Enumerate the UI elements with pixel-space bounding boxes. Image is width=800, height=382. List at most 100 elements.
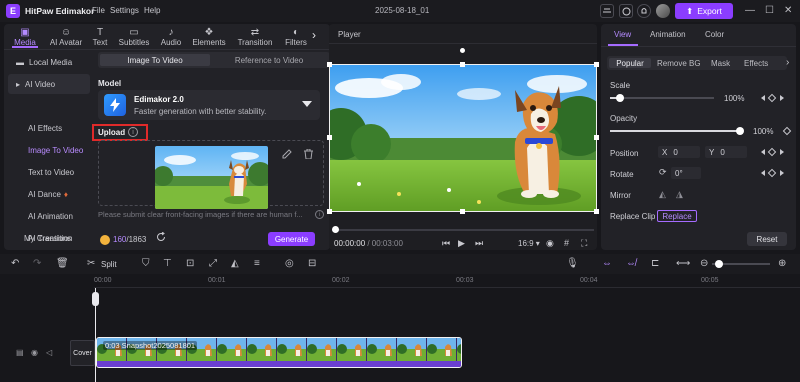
close-icon[interactable]: ✕ [784,5,792,16]
sidebar-item-image-to-video[interactable]: Image To Video [8,140,90,160]
next-frame-icon[interactable]: ⏭ [475,238,483,249]
sidebar-item-local-media[interactable]: ▬ Local Media [8,52,90,72]
cover-button[interactable]: Cover [70,340,95,366]
subtab-mask[interactable]: Mask [711,58,730,68]
keyframe-icon[interactable] [767,147,777,157]
trash-icon[interactable] [304,149,313,159]
keyframe-icon[interactable] [782,126,792,136]
sidebar-item-text-to-video[interactable]: Text to Video [8,162,90,182]
info-icon[interactable]: i [128,127,138,137]
next-keyframe-icon[interactable] [780,149,784,155]
scale-value[interactable]: 100% [724,94,744,103]
tab-animation[interactable]: Animation [650,30,686,39]
video-clip[interactable]: 0:03 Snapshot2025081801 [96,337,462,368]
resize-handle[interactable] [327,135,332,140]
crop-icon[interactable]: ⊡ [186,258,194,269]
visibility-icon[interactable]: ◉ [31,348,38,357]
tab-subtitles[interactable]: ▭ Subtitles [114,24,154,48]
lock-icon[interactable]: ▤ [16,348,24,357]
menu-settings[interactable]: Settings [110,6,139,15]
opacity-slider-knob[interactable] [736,127,744,135]
align-icon[interactable]: ≡ [254,258,260,269]
next-keyframe-icon[interactable] [780,170,784,176]
generate-button[interactable]: Generate [268,232,315,246]
rotate-icon[interactable]: ⟳ [659,167,667,178]
snapshot-icon[interactable]: ◉ [546,238,554,249]
tab-media[interactable]: ▣ Media [6,24,44,48]
notification-icon[interactable] [637,4,651,18]
scale-slider-knob[interactable] [616,94,624,102]
tab-audio[interactable]: ♪ Audio [154,24,188,48]
grid-icon[interactable]: # [564,238,569,248]
zoom-in-icon[interactable]: ⊕ [778,258,786,269]
subtab-popular[interactable]: Popular [609,58,651,68]
edit-icon[interactable] [282,149,292,159]
tab-reference-to-video[interactable]: Reference to Video [212,54,326,66]
tab-image-to-video[interactable]: Image To Video [100,54,210,66]
redo-icon[interactable]: ↷ [33,258,41,269]
play-icon[interactable]: ▶ [458,238,465,249]
mirror-icon[interactable]: ◭ [231,258,239,269]
tab-color[interactable]: Color [705,30,724,39]
menu-help[interactable]: Help [144,6,160,15]
minimize-icon[interactable]: — [745,5,755,16]
aspect-ratio-select[interactable]: 16:9 ▾ [518,239,540,248]
previous-keyframe-icon[interactable] [761,170,765,176]
resize-handle[interactable] [327,209,332,214]
flip-horizontal-icon[interactable]: ◭ [659,189,666,200]
sidebar-item-ai-dance[interactable]: AI Dance ♦ [8,184,90,204]
tab-ai-avatar[interactable]: ☺ AI Avatar [44,24,88,48]
sidebar-item-ai-video[interactable]: ▸ AI Video [8,74,90,94]
replace-button[interactable]: Replace [657,210,697,222]
info-icon[interactable]: i [315,210,324,219]
model-selector[interactable]: Edimakor 2.0 Faster generation with bett… [98,90,320,120]
mute-icon[interactable]: ◁ [46,348,52,357]
chevron-right-icon[interactable]: › [786,57,789,68]
tab-elements[interactable]: ❖ Elements [188,24,230,48]
rotate-field[interactable]: 0° [671,167,701,179]
refresh-icon[interactable] [156,232,166,242]
split-icon[interactable]: ✂ [87,258,95,269]
opacity-value[interactable]: 100% [753,127,773,136]
fullscreen-icon[interactable]: ⛶ [581,238,587,249]
resize-handle[interactable] [327,62,332,67]
keyframe-icon[interactable] [767,168,777,178]
tab-transition[interactable]: ⇄ Transition [232,24,278,48]
person-icon[interactable]: ◎ [285,258,294,269]
rotate-handle[interactable] [458,46,467,55]
resize-handle[interactable] [594,135,599,140]
scrub-bar[interactable] [332,229,594,231]
cloud-icon[interactable] [600,4,614,18]
resize-handle[interactable] [594,209,599,214]
marker-icon[interactable]: ⛉ [142,258,150,269]
transform-icon[interactable]: ⤢ [209,258,217,269]
snap-icon[interactable]: ⇎ [626,258,636,269]
sidebar-item-my-creations[interactable]: My Creations [4,228,86,248]
previous-frame-icon[interactable]: ⏮ [442,238,450,249]
time-ruler[interactable]: 00:00 00:01 00:02 00:03 00:04 00:05 [94,274,800,288]
reset-button[interactable]: Reset [747,232,787,246]
undo-icon[interactable]: ↶ [11,258,19,269]
next-keyframe-icon[interactable] [780,95,784,101]
upload-dropzone[interactable] [98,140,324,209]
position-x-field[interactable]: X0 [658,146,700,158]
feedback-icon[interactable] [619,4,633,18]
resize-handle[interactable] [594,62,599,67]
sidebar-item-ai-effects[interactable]: AI Effects [8,118,90,138]
subtab-effects[interactable]: Effects [744,58,768,68]
keyframe-icon[interactable] [767,93,777,103]
flip-vertical-icon[interactable]: ◮ [676,189,683,200]
split-screen-icon[interactable]: ⊏ [651,258,659,269]
fit-icon[interactable]: ⟷ [676,258,690,269]
tab-filters[interactable]: ◐ Filters [280,24,312,48]
subtab-remove-bg[interactable]: Remove BG [657,58,701,68]
resize-handle[interactable] [460,209,465,214]
split-label[interactable]: Split [101,260,117,269]
sidebar-item-ai-animation[interactable]: AI Animation [8,206,90,226]
maximize-icon[interactable]: ☐ [765,5,774,16]
previous-keyframe-icon[interactable] [761,149,765,155]
menu-file[interactable]: File [92,6,105,15]
tab-view[interactable]: View [614,30,631,39]
resize-handle[interactable] [460,62,465,67]
delete-icon[interactable]: 🗑 [56,258,69,269]
